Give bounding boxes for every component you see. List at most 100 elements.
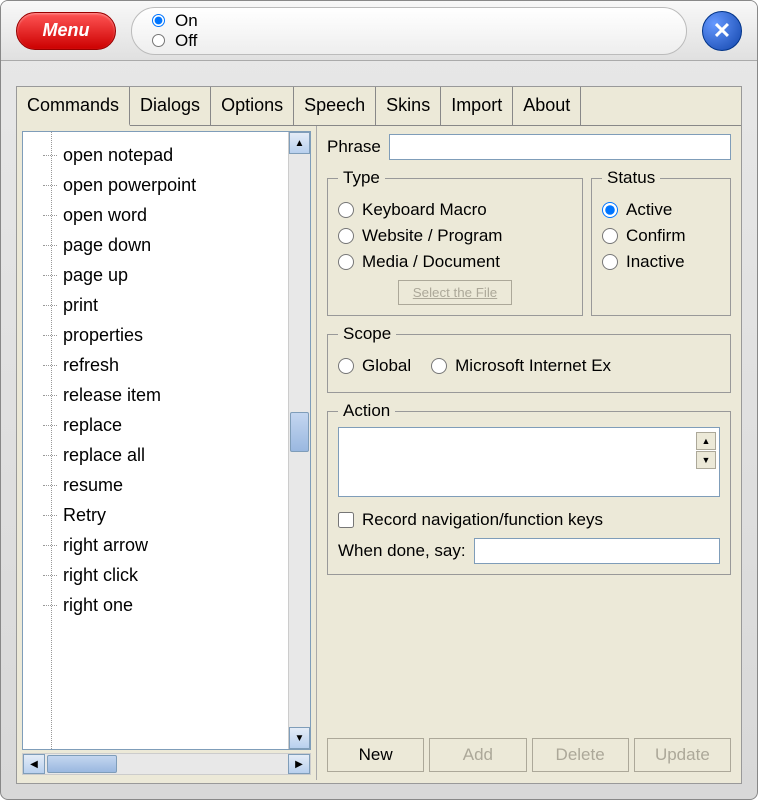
update-button: Update (634, 738, 731, 772)
type-fieldset: Type Keyboard Macro Website / Program Me… (327, 168, 583, 316)
chevron-right-icon: ▶ (295, 759, 303, 770)
status-active-row[interactable]: Active (602, 200, 720, 220)
list-item[interactable]: right click (63, 560, 310, 590)
tab-speech[interactable]: Speech (294, 87, 376, 125)
tab-body: open notepad open powerpoint open word p… (17, 126, 741, 780)
hscroll-track[interactable] (45, 754, 288, 774)
close-button[interactable]: ✕ (702, 11, 742, 51)
on-off-group: On Off (131, 7, 687, 55)
vertical-scrollbar[interactable]: ▲ ▼ (288, 132, 310, 749)
status-active-radio[interactable] (602, 202, 618, 218)
when-done-row: When done, say: (338, 538, 720, 564)
status-confirm-row[interactable]: Confirm (602, 226, 720, 246)
list-item[interactable]: print (63, 290, 310, 320)
status-fieldset: Status Active Confirm Inactive (591, 168, 731, 316)
edit-pane: Phrase Type Keyboard Macro Website / Pro… (317, 126, 741, 780)
type-media-radio[interactable] (338, 254, 354, 270)
status-confirm-label: Confirm (626, 226, 686, 246)
scroll-down-button[interactable]: ▼ (289, 727, 310, 749)
radio-off-row[interactable]: Off (152, 31, 666, 51)
status-confirm-radio[interactable] (602, 228, 618, 244)
chevron-up-icon: ▲ (702, 436, 711, 446)
scope-global-label: Global (362, 356, 411, 376)
scope-legend: Scope (338, 324, 396, 344)
chevron-down-icon: ▼ (702, 455, 711, 465)
close-icon: ✕ (713, 18, 731, 44)
scope-fieldset: Scope Global Microsoft Internet Ex (327, 324, 731, 393)
bottom-buttons: New Add Delete Update (327, 738, 731, 772)
list-item[interactable]: page down (63, 230, 310, 260)
radio-on[interactable] (152, 14, 165, 27)
status-active-label: Active (626, 200, 672, 220)
action-up-button[interactable]: ▲ (696, 432, 716, 450)
type-media-row[interactable]: Media / Document (338, 252, 572, 272)
action-textarea[interactable] (338, 427, 720, 497)
list-item[interactable]: open notepad (63, 140, 310, 170)
horizontal-scrollbar[interactable]: ◀ ▶ (22, 753, 311, 775)
scope-global-row[interactable]: Global (338, 356, 411, 376)
scroll-right-button[interactable]: ▶ (288, 754, 310, 774)
scroll-thumb[interactable] (290, 412, 309, 452)
list-item[interactable]: page up (63, 260, 310, 290)
radio-off[interactable] (152, 34, 165, 47)
tab-about[interactable]: About (513, 87, 581, 125)
status-inactive-row[interactable]: Inactive (602, 252, 720, 272)
action-down-button[interactable]: ▼ (696, 451, 716, 469)
status-inactive-label: Inactive (626, 252, 685, 272)
type-website-label: Website / Program (362, 226, 502, 246)
type-media-label: Media / Document (362, 252, 500, 272)
list-item[interactable]: refresh (63, 350, 310, 380)
type-keyboard-row[interactable]: Keyboard Macro (338, 200, 572, 220)
list-item[interactable]: open powerpoint (63, 170, 310, 200)
type-legend: Type (338, 168, 385, 188)
type-keyboard-radio[interactable] (338, 202, 354, 218)
tab-skins[interactable]: Skins (376, 87, 441, 125)
commands-tree: open notepad open powerpoint open word p… (22, 131, 311, 750)
when-done-label: When done, say: (338, 541, 466, 561)
scope-ie-radio[interactable] (431, 358, 447, 374)
list-item[interactable]: release item (63, 380, 310, 410)
scope-global-radio[interactable] (338, 358, 354, 374)
list-item[interactable]: properties (63, 320, 310, 350)
tab-commands[interactable]: Commands (17, 87, 130, 126)
type-website-row[interactable]: Website / Program (338, 226, 572, 246)
scope-ie-row[interactable]: Microsoft Internet Ex (431, 356, 611, 376)
status-inactive-radio[interactable] (602, 254, 618, 270)
menu-button[interactable]: Menu (16, 12, 116, 50)
content-panel: Commands Dialogs Options Speech Skins Im… (16, 86, 742, 784)
list-item[interactable]: resume (63, 470, 310, 500)
scroll-left-button[interactable]: ◀ (23, 754, 45, 774)
phrase-input[interactable] (389, 134, 731, 160)
list-item[interactable]: Retry (63, 500, 310, 530)
list-item[interactable]: right arrow (63, 530, 310, 560)
when-done-input[interactable] (474, 538, 720, 564)
tree-items: open notepad open powerpoint open word p… (23, 132, 310, 628)
hscroll-thumb[interactable] (47, 755, 117, 773)
chevron-up-icon: ▲ (295, 138, 305, 149)
type-keyboard-label: Keyboard Macro (362, 200, 487, 220)
tab-options[interactable]: Options (211, 87, 294, 125)
type-status-row: Type Keyboard Macro Website / Program Me… (327, 168, 731, 324)
chevron-down-icon: ▼ (295, 733, 305, 744)
radio-on-row[interactable]: On (152, 11, 666, 31)
list-item[interactable]: replace all (63, 440, 310, 470)
chevron-left-icon: ◀ (30, 759, 38, 770)
scroll-up-button[interactable]: ▲ (289, 132, 310, 154)
record-nav-row[interactable]: Record navigation/function keys (338, 510, 720, 530)
tab-dialogs[interactable]: Dialogs (130, 87, 211, 125)
record-nav-checkbox[interactable] (338, 512, 354, 528)
select-file-button: Select the File (398, 280, 512, 305)
new-button[interactable]: New (327, 738, 424, 772)
phrase-row: Phrase (327, 134, 731, 160)
add-button: Add (429, 738, 526, 772)
list-item[interactable]: open word (63, 200, 310, 230)
type-website-radio[interactable] (338, 228, 354, 244)
action-fieldset: Action ▲ ▼ Record navigation/function ke… (327, 401, 731, 575)
phrase-label: Phrase (327, 137, 381, 157)
record-nav-label: Record navigation/function keys (362, 510, 603, 530)
list-item[interactable]: replace (63, 410, 310, 440)
radio-off-label: Off (175, 31, 197, 51)
delete-button: Delete (532, 738, 629, 772)
tab-import[interactable]: Import (441, 87, 513, 125)
list-item[interactable]: right one (63, 590, 310, 620)
